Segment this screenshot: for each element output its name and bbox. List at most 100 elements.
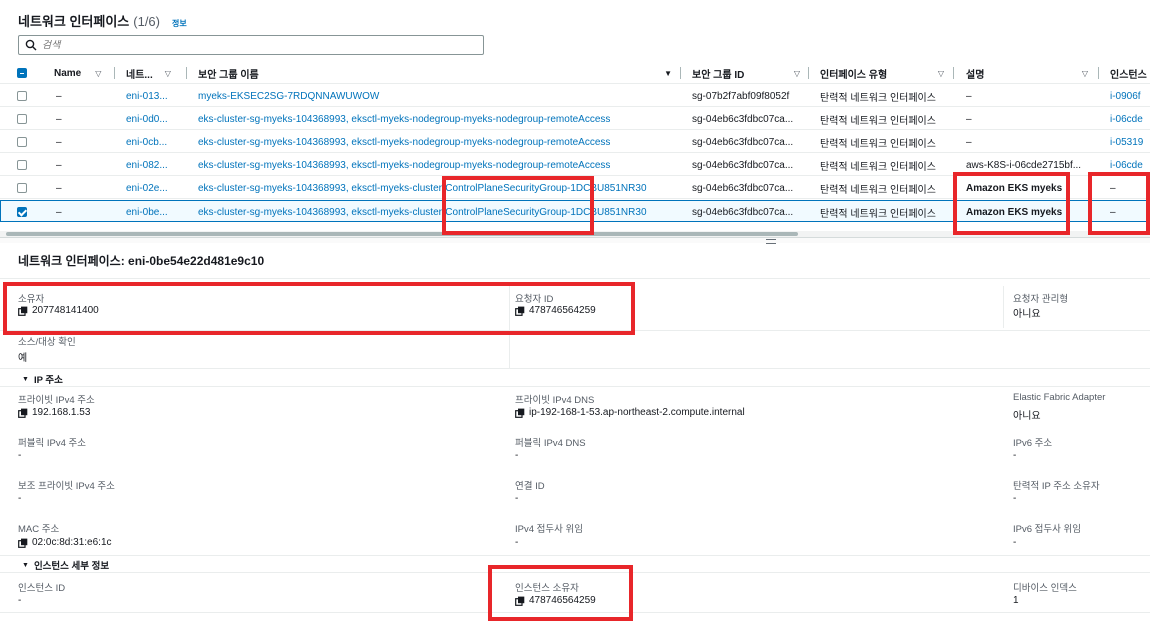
- requester-managed-label: 요청자 관리형: [1013, 294, 1069, 305]
- row-checkbox[interactable]: [17, 160, 27, 170]
- column-header-instance[interactable]: 인스턴스: [1110, 62, 1147, 84]
- table-row[interactable]: – eni-0d0... eks-cluster-sg-myeks-104368…: [0, 108, 1150, 130]
- requester-managed-value: 아니요: [1013, 309, 1041, 320]
- instance-details-section-toggle[interactable]: ▼ 인스턴스 세부 정보: [22, 558, 109, 572]
- instance-owner-value: 478746564259: [515, 595, 596, 606]
- row-checkbox[interactable]: [17, 183, 27, 193]
- mac-value: 02:0c:8d:31:e6:1c: [18, 537, 112, 548]
- cell-sg-name-link[interactable]: myeks-EKSEC2SG-7RDQNNAWUWOW: [198, 85, 678, 107]
- cell-sg-name-link[interactable]: eks-cluster-sg-myeks-104368993, eksctl-m…: [198, 108, 678, 130]
- requester-id-value: 478746564259: [515, 305, 596, 316]
- cell-eni-link[interactable]: eni-0cb...: [126, 131, 167, 153]
- private-ipv4-dns-value: ip-192-168-1-53.ap-northeast-2.compute.i…: [515, 407, 745, 418]
- copy-icon[interactable]: [18, 306, 28, 316]
- row-checkbox[interactable]: [17, 114, 27, 124]
- copy-icon[interactable]: [515, 408, 525, 418]
- private-ipv4-label: 프라이빗 IPv4 주소: [18, 395, 95, 406]
- info-link[interactable]: 정보: [172, 18, 187, 29]
- cell-instance-link[interactable]: i-06cde: [1110, 154, 1150, 176]
- cell-instance-link[interactable]: i-06cde: [1110, 108, 1150, 130]
- public-ipv4-label: 퍼블릭 IPv4 주소: [18, 438, 86, 449]
- row-checkbox[interactable]: [17, 137, 27, 147]
- cell-type: 탄력적 네트워크 인터페이스: [820, 92, 936, 104]
- table-row[interactable]: – eni-082... eks-cluster-sg-myeks-104368…: [0, 154, 1150, 176]
- ipv4-prefix-label: IPv4 접두사 위임: [515, 524, 583, 535]
- cell-description: aws-K8S-i-06cde2715bf...: [966, 159, 1082, 171]
- cell-eni-link[interactable]: eni-0be...: [126, 201, 168, 223]
- column-divider[interactable]: [808, 67, 809, 79]
- column-header-sg-name[interactable]: 보안 그룹 이름 ▼: [198, 62, 672, 84]
- cell-sg-name-link[interactable]: eks-cluster-sg-myeks-104368993, eksctl-m…: [198, 154, 678, 176]
- sort-icon[interactable]: ▽: [95, 69, 101, 78]
- copy-icon[interactable]: [18, 408, 28, 418]
- cell-sg-id: sg-04eb6c3fdbc07ca...: [692, 159, 794, 171]
- select-all-header[interactable]: [17, 62, 27, 84]
- cell-description: –: [966, 90, 972, 102]
- column-divider[interactable]: [1098, 67, 1099, 79]
- cell-description: Amazon EKS myeks: [966, 206, 1063, 218]
- cell-eni-link[interactable]: eni-013...: [126, 85, 168, 107]
- divider: [0, 386, 1150, 387]
- select-all-checkbox[interactable]: [17, 68, 27, 78]
- drag-handle-icon[interactable]: [766, 239, 776, 244]
- column-divider: [509, 286, 510, 368]
- column-header-sg-id[interactable]: 보안 그룹 ID ▽: [692, 62, 800, 84]
- public-ipv4-dns-value: -: [515, 450, 519, 461]
- sort-icon[interactable]: ▽: [794, 69, 800, 78]
- row-checkbox[interactable]: [17, 91, 27, 101]
- source-dest-check-label: 소스/대상 확인: [18, 337, 76, 348]
- column-header-eni[interactable]: 네트... ▽: [126, 62, 171, 84]
- ipv6-label: IPv6 주소: [1013, 438, 1053, 449]
- sort-icon[interactable]: ▼: [664, 69, 672, 78]
- table-row-selected[interactable]: – eni-0be... eks-cluster-sg-myeks-104368…: [0, 200, 1150, 222]
- ip-address-section-toggle[interactable]: ▼ IP 주소: [22, 372, 63, 386]
- cell-eni-link[interactable]: eni-082...: [126, 154, 168, 176]
- cell-sg-name-link[interactable]: eks-cluster-sg-myeks-104368993, eksctl-m…: [198, 177, 678, 199]
- table-row[interactable]: – eni-02e... eks-cluster-sg-myeks-104368…: [0, 177, 1150, 199]
- cell-instance-link[interactable]: i-05319: [1110, 131, 1150, 153]
- scrollbar-thumb[interactable]: [6, 232, 798, 236]
- public-ipv4-dns-label: 퍼블릭 IPv4 DNS: [515, 438, 586, 449]
- table-row[interactable]: – eni-013... myeks-EKSEC2SG-7RDQNNAWUWOW…: [0, 85, 1150, 107]
- sort-icon[interactable]: ▽: [165, 69, 171, 78]
- divider: [0, 555, 1150, 556]
- cell-eni-link[interactable]: eni-0d0...: [126, 108, 168, 130]
- secondary-private-ipv4-label: 보조 프라이빗 IPv4 주소: [18, 481, 115, 492]
- ipv6-prefix-value: -: [1013, 537, 1017, 548]
- ipv6-value: -: [1013, 450, 1017, 461]
- column-divider[interactable]: [186, 67, 187, 79]
- requester-id-label: 요청자 ID: [515, 294, 554, 305]
- cell-sg-name-link[interactable]: eks-cluster-sg-myeks-104368993, eksctl-m…: [198, 131, 678, 153]
- device-index-label: 디바이스 인덱스: [1013, 583, 1077, 594]
- cell-sg-name-link[interactable]: eks-cluster-sg-myeks-104368993, eksctl-m…: [198, 201, 678, 223]
- column-divider[interactable]: [114, 67, 115, 79]
- panel-resize-handle[interactable]: [0, 237, 1150, 244]
- column-header-description[interactable]: 설명 ▽: [966, 62, 1088, 84]
- instance-id-value: -: [18, 595, 22, 606]
- sort-icon[interactable]: ▽: [938, 69, 944, 78]
- column-divider[interactable]: [953, 67, 954, 79]
- elastic-ip-owner-label: 탄력적 IP 주소 소유자: [1013, 481, 1100, 492]
- column-divider: [1003, 286, 1004, 328]
- copy-icon[interactable]: [515, 306, 525, 316]
- table-row[interactable]: – eni-0cb... eks-cluster-sg-myeks-104368…: [0, 131, 1150, 153]
- column-header-name[interactable]: Name ▽: [54, 62, 101, 84]
- panel-header: 네트워크 인터페이스 (1/6) 정보: [18, 11, 187, 29]
- efa-label: Elastic Fabric Adapter: [1013, 392, 1106, 403]
- cell-name: –: [56, 136, 62, 148]
- cell-instance-link[interactable]: i-0906f: [1110, 85, 1150, 107]
- search-box[interactable]: [18, 35, 484, 55]
- column-header-type[interactable]: 인터페이스 유형 ▽: [820, 62, 944, 84]
- cell-type: 탄력적 네트워크 인터페이스: [820, 208, 936, 220]
- cell-eni-link[interactable]: eni-02e...: [126, 177, 168, 199]
- efa-value: 아니요: [1013, 411, 1041, 422]
- copy-icon[interactable]: [18, 538, 28, 548]
- search-icon: [25, 39, 37, 51]
- column-divider[interactable]: [680, 67, 681, 79]
- caret-down-icon: ▼: [22, 561, 29, 569]
- divider: [0, 330, 1150, 331]
- copy-icon[interactable]: [515, 596, 525, 606]
- sort-icon[interactable]: ▽: [1082, 69, 1088, 78]
- search-input[interactable]: [42, 39, 472, 51]
- row-checkbox-checked[interactable]: [17, 207, 27, 217]
